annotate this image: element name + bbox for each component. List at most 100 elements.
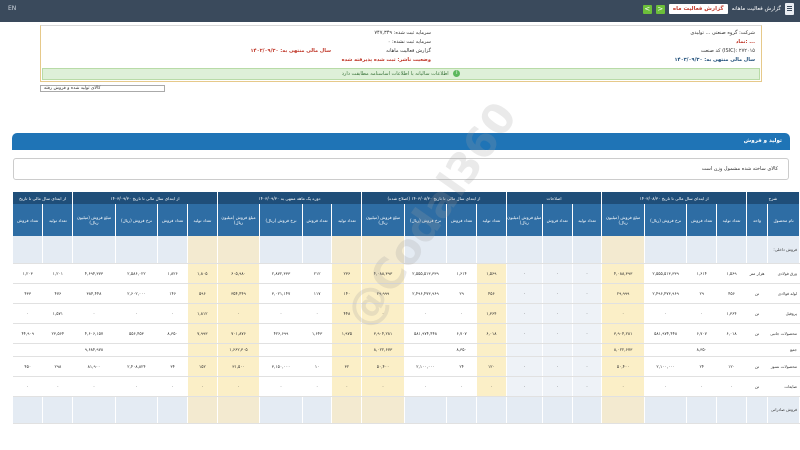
table-cell: ۱,۵۶۹	[476, 263, 507, 284]
table-cell	[72, 236, 116, 264]
table-row: ورق فولادی هزار متر ۱,۵۶۹ ۱,۶۱۴ ۲,۵۵۵,۵۱۳,۳۳…	[13, 263, 800, 284]
table-cell: ۶۰۵,۹۸۰	[217, 263, 261, 284]
table-cell	[686, 236, 718, 264]
company-name: شرکت: گروه صنعتی ... تولیدی	[690, 30, 755, 36]
column-header: تعداد تولید	[42, 204, 74, 236]
table-cell	[404, 343, 448, 357]
table-cell: ۰	[72, 376, 116, 397]
table-cell	[115, 396, 159, 424]
table-cell: ۴۵۶	[716, 283, 747, 304]
table-cell	[716, 396, 747, 424]
column-header: نرخ فروش (ریال)	[644, 204, 688, 236]
table-cell	[572, 396, 603, 424]
table-cell: ۰	[601, 303, 645, 324]
table-cell	[716, 343, 747, 357]
table-cell: ۶,۰۱۸	[716, 323, 747, 344]
table-cell: ۲۹۸	[42, 356, 74, 377]
table-cell: ۳,۹۰۴,۲۸۱	[361, 323, 405, 344]
top-bar-right: < > گزارش فعالیت ماه گزارش فعالیت ماهانه	[642, 3, 794, 15]
row-label: لوله فولادی	[767, 283, 800, 304]
table-cell: ۰	[644, 303, 688, 324]
table-cell: ۲,۴۰۸,۸۲۴	[115, 356, 159, 377]
table-cell	[601, 236, 645, 264]
table-cell	[644, 396, 688, 424]
table-cell	[404, 236, 448, 264]
table-cell: ۰	[572, 356, 603, 377]
section-comment: کالای ساخته شده مشمول وزن است	[13, 158, 789, 180]
table-cell: ۲,۵۵۵,۵۱۳,۳۳۹	[404, 263, 448, 284]
table-cell: ۲۴	[686, 356, 718, 377]
table-cell	[157, 343, 188, 357]
row-unit: هزار متر	[746, 263, 769, 284]
table-cell: ۰	[259, 303, 303, 324]
table-cell: ۸,۰۲۲,۶۷۳	[361, 343, 405, 357]
table-cell: ۰	[157, 303, 188, 324]
table-cell: ۲۴	[446, 356, 477, 377]
table-cell: ۲,۶۰۲,۰۰۰	[115, 283, 159, 304]
table-cell: ۱,۶۴۳	[302, 323, 333, 344]
table-cell	[42, 343, 74, 357]
row-label: پروفیل	[767, 303, 800, 324]
table-cell	[302, 396, 333, 424]
table-row: ضایعات تن ۰ ۰ ۰ ۰ ۰ ۰ ۰ ۰ ۰ ۰ ۰ ۰ ۰ ۰ ۰ ۰ ۰ ۰ ۰ ۰ ۰	[13, 376, 800, 397]
next-arrow-icon[interactable]: >	[655, 4, 665, 14]
column-header: تعداد تولید	[572, 204, 603, 236]
table-cell: ۴,۰۸۸,۳۹۳	[361, 263, 405, 284]
table-cell: ۰	[404, 303, 448, 324]
group-header-corrections: اصلاحات	[506, 192, 603, 204]
table-cell	[361, 236, 405, 264]
row-label: ضایعات	[767, 376, 800, 397]
table-cell: ۴,۶۹۴,۳۷۳	[72, 263, 116, 284]
table-cell: ۰	[572, 376, 603, 397]
table-cell: ۲,۸۷۲,۳۳۳	[259, 263, 303, 284]
table-cell	[506, 343, 543, 357]
table-cell: ۰	[506, 303, 543, 324]
table-cell: ۰	[542, 376, 573, 397]
section-header[interactable]: تولید و فروش	[12, 133, 790, 150]
table-cell: ۱,۳۶۴	[476, 303, 507, 324]
row-unit	[746, 343, 769, 357]
row-unit: تن	[746, 376, 769, 397]
table-cell: ۱۲۰	[476, 356, 507, 377]
status-notice: اطلاعات سالیانه با اطلاعات اساسنامه مطاب…	[42, 68, 760, 80]
group-header-ytd-current: از ابتدای سال مالی تا تاریخ ۱۴۰۳/۰۹/۳۰	[72, 192, 218, 204]
table-cell	[157, 396, 188, 424]
table-cell	[476, 343, 507, 357]
table-cell: ۳۸۴,۴۴۸	[72, 283, 116, 304]
table-cell: ۰	[446, 376, 477, 397]
table-cell: ۷۰۱,۸۷۶	[217, 323, 261, 344]
table-cell	[506, 236, 543, 264]
table-cell	[446, 236, 477, 264]
column-header: مبلغ فروش (میلیون ریال)	[72, 204, 116, 236]
table-cell: ۰	[572, 323, 603, 344]
table-cell: ۲,۱۰۰,۰۰۰	[404, 356, 448, 377]
table-cell: ۸,۳۵۰	[686, 343, 718, 357]
report-badge[interactable]: گزارش فعالیت ماه	[668, 4, 728, 14]
table-cell: ۰	[42, 376, 74, 397]
period-end: سال مالی منتهی به: ۱۴۰۲/۰۹/۳۰	[250, 48, 331, 54]
table-cell	[331, 236, 363, 264]
table-cell: ۸,۰۲۲,۶۷۳	[601, 343, 645, 357]
prev-arrow-icon[interactable]: <	[642, 4, 652, 14]
table-cell: ۴۳۳	[13, 283, 44, 304]
column-header: نام محصول	[767, 204, 800, 236]
table-cell: ۸,۳۵۰	[446, 343, 477, 357]
column-header: تعداد فروش	[157, 204, 188, 236]
unregistered-capital: سرمایه ثبت نشده: ۰	[387, 39, 431, 45]
table-cell: ۱۴۶	[157, 283, 188, 304]
product-type-select[interactable]: کالای تولید شده و فروش رفته	[40, 85, 165, 92]
table-cell: ۶,۷۰۷	[686, 323, 718, 344]
table-cell: ۳,۰۲۱,۱۴۷	[259, 283, 303, 304]
table-cell: ۳۲	[331, 356, 363, 377]
table-cell: ۳,۱۵۰,۰۰۰	[259, 356, 303, 377]
table-cell: ۴۲۶,۶۹۹	[259, 323, 303, 344]
table-cell	[542, 343, 573, 357]
column-header-row: نام محصول واحد تعداد تولید تعداد فروش نرخ فر…	[13, 204, 800, 236]
table-cell	[542, 396, 573, 424]
table-cell: ۱۴۰	[331, 283, 363, 304]
language-toggle[interactable]: EN	[8, 5, 16, 12]
table-cell: ۰	[115, 376, 159, 397]
column-header: تعداد فروش	[302, 204, 333, 236]
table-cell: ۰	[187, 376, 218, 397]
report-type: گزارش فعالیت ماهانه	[386, 48, 431, 54]
